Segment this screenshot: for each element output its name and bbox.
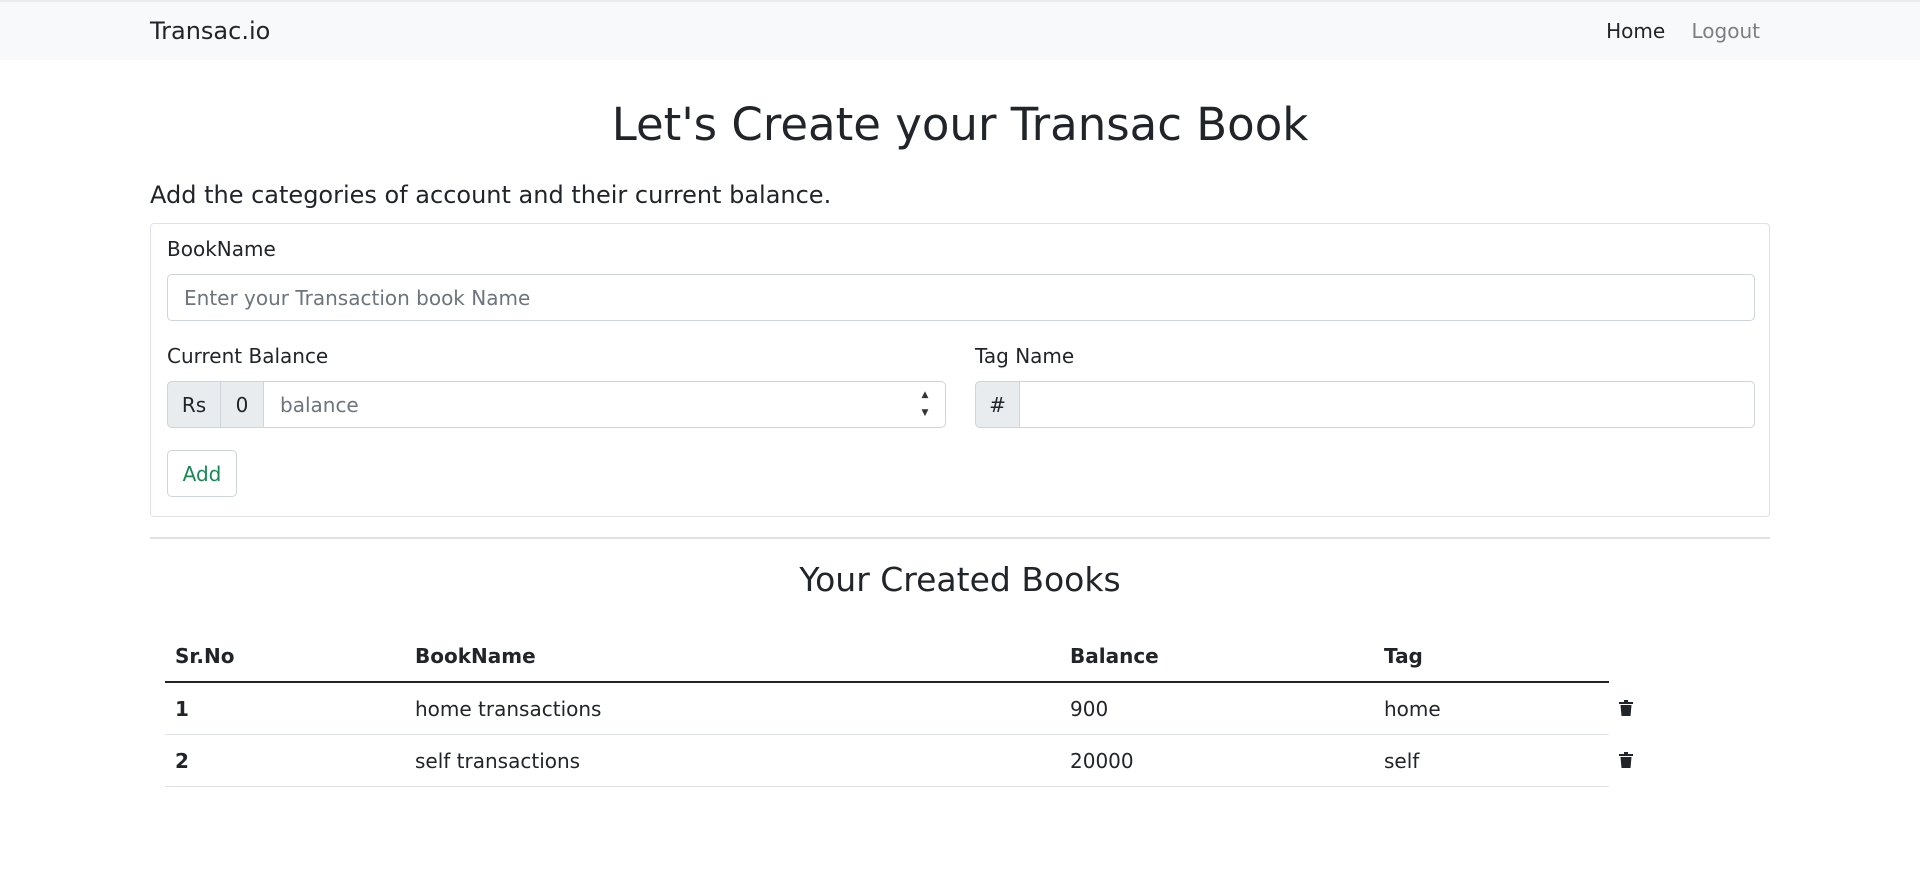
row-bookname: self transactions [405,734,1060,787]
hash-addon: # [975,381,1020,428]
trash-icon[interactable] [1619,697,1633,721]
row-actions [1609,682,1755,735]
col-header-srno: Sr.No [165,630,405,683]
caret-up-icon[interactable]: ▲ [922,390,929,400]
book-name-label: BookName [167,237,276,261]
row-tag: self [1374,734,1609,787]
page-title: Let's Create your Transac Book [611,98,1309,151]
tag-input-group: # [975,381,1755,428]
trash-icon[interactable] [1619,749,1633,773]
nav-logout-link[interactable]: Logout [1692,19,1760,43]
book-name-input[interactable] [167,274,1755,321]
created-books-title: Your Created Books [799,560,1121,599]
table-row: 2 self transactions 20000 self [165,734,1755,787]
col-header-actions [1609,630,1755,682]
row-tag: home [1374,682,1609,735]
col-header-balance: Balance [1060,630,1374,683]
navbar: Transac.io Home Logout [0,0,1920,60]
row-actions [1609,735,1755,787]
tag-name-label: Tag Name [975,344,1075,368]
create-book-form: BookName Current Balance Rs 0 ▲ ▼ Tag Na… [150,223,1770,517]
table-header-row: Sr.No BookName Balance Tag [165,630,1755,683]
row-balance: 20000 [1060,734,1374,787]
nav-links: Home Logout [1586,19,1760,43]
row-srno: 1 [165,682,405,735]
row-srno: 2 [165,734,405,787]
row-balance: 900 [1060,682,1374,735]
currency-addon: Rs [167,381,221,428]
books-table: Sr.No BookName Balance Tag 1 home transa… [165,630,1755,787]
current-balance-label: Current Balance [167,344,329,368]
col-header-tag: Tag [1374,630,1609,683]
page-subtitle: Add the categories of account and their … [150,181,832,209]
balance-input-group: Rs 0 ▲ ▼ [167,381,946,428]
number-spinner[interactable]: ▲ ▼ [918,390,932,418]
nav-home-link[interactable]: Home [1606,19,1665,43]
caret-down-icon[interactable]: ▼ [922,408,929,418]
table-row: 1 home transactions 900 home [165,682,1755,735]
add-button[interactable]: Add [167,450,237,497]
brand-logo[interactable]: Transac.io [150,17,270,45]
balance-prefix-addon: 0 [221,381,264,428]
tag-name-input[interactable] [1020,381,1755,428]
row-bookname: home transactions [405,682,1060,735]
section-divider [150,537,1770,539]
col-header-bookname: BookName [405,630,1060,683]
balance-input[interactable] [264,381,946,428]
